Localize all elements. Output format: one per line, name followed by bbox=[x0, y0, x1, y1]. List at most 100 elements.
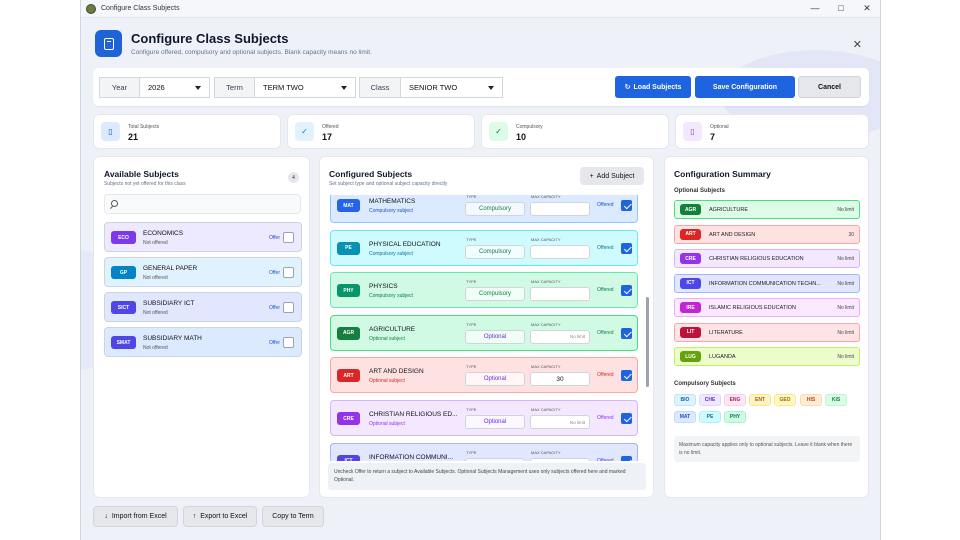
type-select[interactable]: Compulsory bbox=[465, 244, 525, 259]
offered-checkbox[interactable] bbox=[621, 242, 632, 254]
capacity-input[interactable] bbox=[530, 287, 590, 302]
configured-subject-item[interactable]: MAT MATHEMATICS Compulsory subject TYPE MAX … bbox=[330, 195, 638, 223]
offer-label: Offer bbox=[268, 340, 280, 346]
page-subtitle: Configure offered, compulsory and option… bbox=[131, 49, 372, 56]
configured-subjects-panel: Configured Subjects Set subject type and… bbox=[319, 156, 654, 498]
copy-to-term-button[interactable]: Copy to Term bbox=[262, 506, 324, 527]
offered-checkbox[interactable] bbox=[621, 327, 632, 339]
offered-checkbox[interactable] bbox=[621, 413, 632, 424]
load-subjects-button[interactable]: ↻ Load Subjects bbox=[615, 76, 691, 98]
stat-value: 10 bbox=[516, 132, 527, 142]
subject-code-badge: SICT bbox=[111, 301, 136, 314]
type-select[interactable]: Optional bbox=[465, 329, 525, 344]
page-header: Configure Class Subjects Configure offer… bbox=[95, 30, 372, 57]
compulsory-section-title: Compulsory Subjects bbox=[674, 381, 736, 387]
type-label: TYPE bbox=[466, 236, 477, 242]
subject-name: ART AND DESIGN bbox=[709, 231, 756, 238]
available-subjects-panel: Available Subjects Subjects not yet offe… bbox=[93, 156, 310, 498]
compulsory-chip: GEO bbox=[774, 394, 796, 406]
configuration-summary-panel: Configuration Summary Optional Subjects … bbox=[664, 156, 869, 498]
optional-summary-item: ICT INFORMATION COMMUNICATION TECHN... No … bbox=[674, 273, 860, 293]
subject-code-badge: ICT bbox=[680, 277, 701, 289]
capacity-input[interactable]: No limit bbox=[530, 415, 590, 429]
capacity-input[interactable]: No limit bbox=[530, 329, 590, 344]
type-select[interactable]: Optional bbox=[465, 415, 525, 429]
subject-code-badge: IRE bbox=[680, 302, 701, 313]
offered-label: Offered bbox=[597, 415, 614, 421]
minimize-icon[interactable]: — bbox=[802, 3, 828, 14]
available-subject-item[interactable]: SMAT SUBSIDIARY MATH Not offered Offer bbox=[104, 327, 302, 357]
offered-checkbox[interactable] bbox=[621, 200, 632, 211]
compulsory-chip: HIS bbox=[800, 394, 822, 406]
compulsory-chip: BIO bbox=[674, 394, 696, 406]
import-excel-button[interactable]: ↓ Import from Excel bbox=[93, 506, 178, 527]
compulsory-chip: ENG bbox=[724, 394, 746, 406]
capacity-limit: No limit bbox=[837, 354, 854, 360]
available-subject-item[interactable]: SICT SUBSIDIARY ICT Not offered Offer bbox=[104, 292, 302, 322]
optional-summary-item: IRE ISLAMIC RELIGIOUS EDUCATION No limit bbox=[674, 298, 860, 317]
subject-kind: Compulsory subject bbox=[369, 208, 413, 214]
capacity-input[interactable]: No limit bbox=[530, 457, 590, 461]
capacity-input[interactable]: 30 bbox=[530, 372, 590, 387]
optional-section-title: Optional Subjects bbox=[674, 188, 726, 194]
subject-name: INFORMATION COMMUNI... bbox=[369, 453, 454, 461]
available-subject-item[interactable]: GP GENERAL PAPER Not offered Offer bbox=[104, 257, 302, 287]
subject-status: Not offered bbox=[143, 345, 168, 351]
stat-label: Optional bbox=[710, 124, 729, 130]
subject-code-badge: ICT bbox=[337, 454, 360, 461]
add-subject-button[interactable]: + Add Subject bbox=[580, 167, 644, 185]
maximize-icon[interactable]: □ bbox=[828, 3, 854, 14]
capacity-input[interactable] bbox=[530, 202, 590, 216]
refresh-icon: ↻ bbox=[624, 84, 631, 91]
subject-name: SUBSIDIARY MATH bbox=[143, 335, 202, 342]
chevron-down-icon bbox=[488, 85, 494, 90]
offer-checkbox[interactable] bbox=[283, 302, 294, 313]
type-select[interactable]: Compulsory bbox=[465, 202, 525, 216]
compulsory-chip: PHY bbox=[724, 411, 746, 423]
search-input[interactable] bbox=[104, 194, 301, 214]
offered-checkbox[interactable] bbox=[621, 285, 632, 297]
available-subject-item[interactable]: ECO ECONOMICS Not offered Offer bbox=[104, 222, 302, 252]
configured-list[interactable]: MAT MATHEMATICS Compulsory subject TYPE MAX … bbox=[328, 195, 648, 461]
type-select[interactable]: Optional bbox=[465, 372, 525, 387]
stat-offered: ✓ Offered 17 bbox=[287, 114, 475, 149]
configured-subject-item[interactable]: PE PHYSICAL EDUCATION Compulsory subject TY… bbox=[330, 229, 638, 266]
optional-summary-item: LIT LITERATURE No limit bbox=[674, 322, 860, 342]
type-select[interactable]: Optional bbox=[465, 457, 525, 461]
scrollbar[interactable] bbox=[646, 297, 649, 387]
save-configuration-button[interactable]: Save Configuration bbox=[695, 76, 795, 98]
configured-subject-item[interactable]: ICTINFORMATION COMMUNI...Optional subjec… bbox=[330, 442, 638, 461]
window-title: Configure Class Subjects bbox=[101, 5, 180, 12]
configure-window: Configure Class Subjects — □ ✕ Configure… bbox=[80, 0, 881, 540]
offered-label: Offered bbox=[597, 329, 614, 336]
configured-subject-item[interactable]: PHY PHYSICS Compulsory subject TYPE MAX CAPA… bbox=[330, 272, 638, 309]
offered-checkbox[interactable] bbox=[621, 370, 632, 382]
offered-checkbox[interactable] bbox=[621, 455, 632, 461]
close-window-icon[interactable]: ✕ bbox=[854, 3, 880, 14]
offer-checkbox[interactable] bbox=[283, 232, 294, 243]
export-excel-button[interactable]: ↑ Export to Excel bbox=[183, 506, 257, 527]
offer-label: Offer bbox=[268, 270, 280, 276]
stat-value: 21 bbox=[128, 132, 139, 142]
capacity-label: MAX CAPACITY bbox=[531, 279, 561, 285]
book-icon bbox=[95, 30, 122, 57]
type-select[interactable]: Compulsory bbox=[465, 287, 525, 302]
title-bar: Configure Class Subjects — □ ✕ bbox=[81, 0, 880, 18]
download-icon: ↓ bbox=[104, 513, 108, 520]
capacity-input[interactable] bbox=[530, 244, 590, 259]
close-dialog-icon[interactable]: ✕ bbox=[853, 38, 862, 51]
offer-checkbox[interactable] bbox=[283, 267, 294, 278]
term-select[interactable]: Term TERM TWO bbox=[214, 77, 356, 98]
offer-checkbox[interactable] bbox=[283, 337, 294, 348]
cancel-button[interactable]: Cancel bbox=[798, 76, 861, 98]
configured-subject-item[interactable]: CRE CHRISTIAN RELIGIOUS ED... Optional sub… bbox=[330, 400, 638, 436]
configured-subject-item[interactable]: AGR AGRICULTURE Optional subject TYPE MAX CA… bbox=[330, 314, 638, 351]
export-label: Export to Excel bbox=[200, 513, 248, 520]
year-select[interactable]: Year 2026 bbox=[99, 77, 210, 98]
class-select[interactable]: Class SENIOR TWO bbox=[359, 77, 503, 98]
configured-subtitle: Set subject type and optional subject ca… bbox=[329, 181, 448, 187]
compulsory-chip: CHE bbox=[699, 394, 721, 406]
stat-label: Offered bbox=[322, 124, 339, 130]
configured-subject-item[interactable]: ART ART AND DESIGN Optional subject TYPE MAX… bbox=[330, 357, 638, 394]
summary-title: Configuration Summary bbox=[674, 169, 771, 179]
